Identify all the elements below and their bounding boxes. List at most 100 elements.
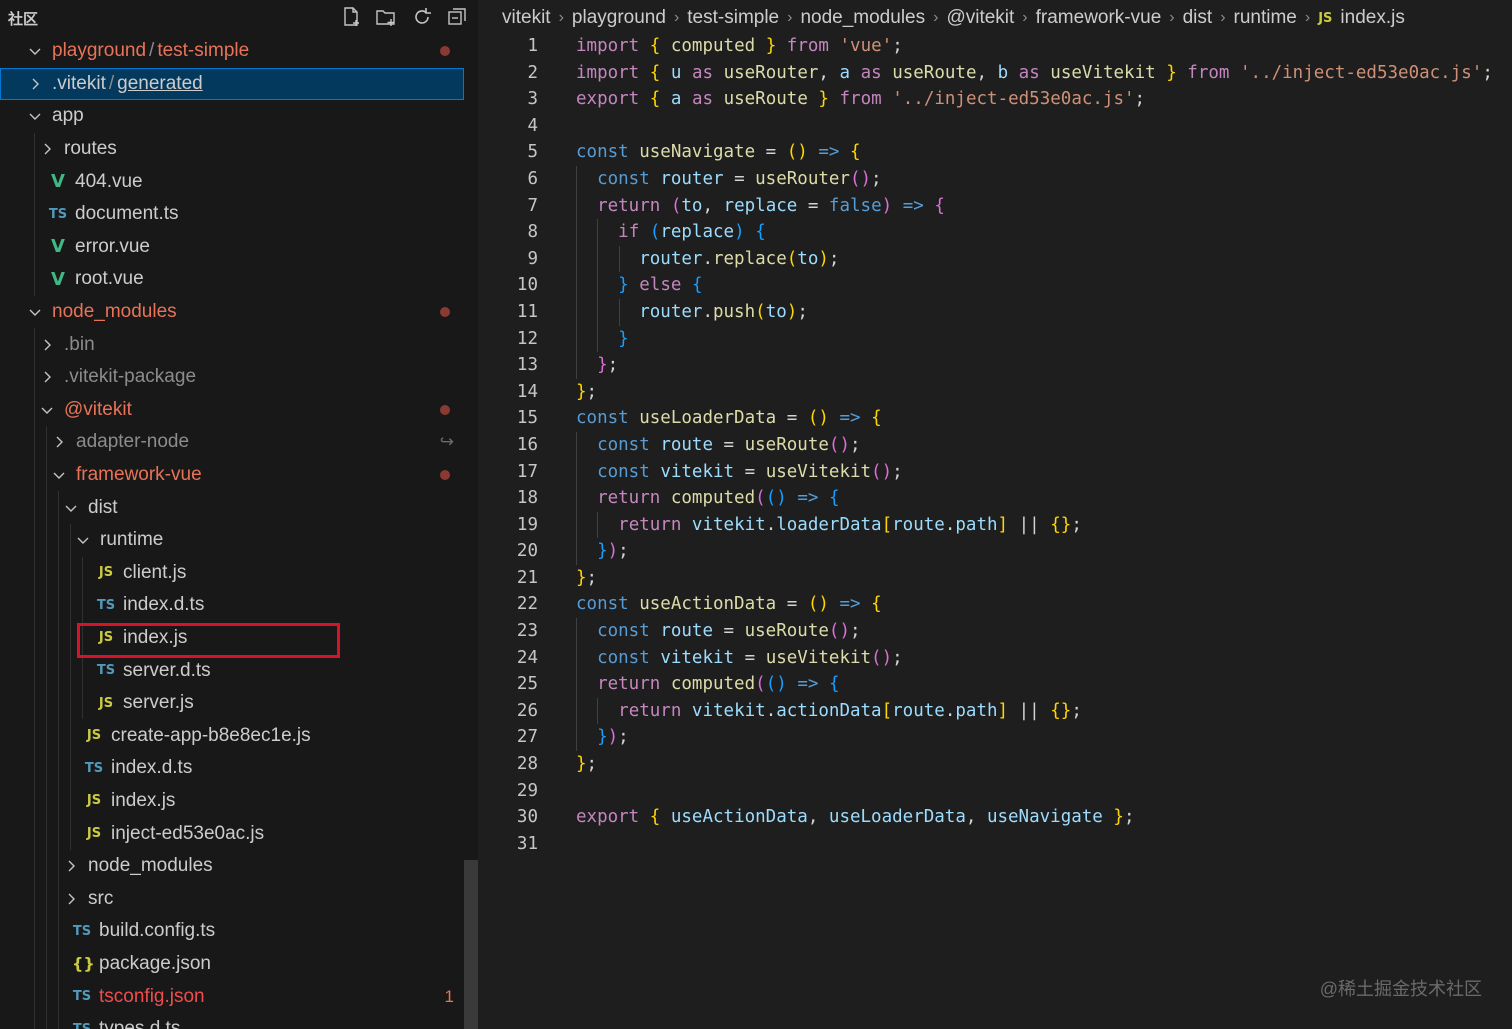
code-line[interactable]: 16 const route = useRoute(); xyxy=(478,431,1512,459)
code-line[interactable]: 10 } else { xyxy=(478,272,1512,299)
breadcrumb-item[interactable]: runtime xyxy=(1234,7,1297,29)
breadcrumb-item[interactable]: framework-vue xyxy=(1036,7,1162,29)
breadcrumb-item[interactable]: index.js xyxy=(1340,7,1404,29)
code-line[interactable]: 5 const useNavigate = () => { xyxy=(478,139,1512,166)
chevron-down-icon[interactable] xyxy=(40,403,54,417)
code-line[interactable]: 8 if (replace) { xyxy=(478,219,1512,246)
code-line[interactable]: 11 router.push(to); xyxy=(478,298,1512,326)
code-area[interactable]: 1 import { computed } from 'vue'; 2 import … xyxy=(478,33,1512,857)
tree-file[interactable]: V 404.vue xyxy=(0,165,464,198)
chevron-down-icon[interactable] xyxy=(28,44,42,58)
code-token: vitekit xyxy=(691,514,766,535)
code-line[interactable]: 29 xyxy=(478,778,1512,805)
code-line[interactable]: 17 const vitekit = useVitekit(); xyxy=(478,458,1512,486)
tree-file[interactable]: TS tsconfig.json 1 xyxy=(0,980,464,1013)
code-line[interactable]: 13 }; xyxy=(478,352,1512,379)
code-line[interactable]: 12 } xyxy=(478,325,1512,353)
tree-folder[interactable]: src xyxy=(0,882,464,916)
tree-item-label: package.json xyxy=(99,952,211,974)
chevron-right-icon[interactable] xyxy=(52,435,66,449)
breadcrumb-item[interactable]: vitekit xyxy=(502,7,551,29)
chevron-right-icon[interactable] xyxy=(64,892,78,906)
tree-file[interactable]: JS client.js xyxy=(0,556,464,590)
breadcrumb-item[interactable]: node_modules xyxy=(800,7,925,29)
code-line[interactable]: 22 const useActionData = () => { xyxy=(478,591,1512,618)
code-line[interactable]: 2 import { u as useRouter, a as useRoute,… xyxy=(478,60,1512,87)
tree-file[interactable]: TS index.d.ts xyxy=(0,589,464,622)
code-line[interactable]: 23 const route = useRoute(); xyxy=(478,618,1512,645)
tree-folder[interactable]: node_modules xyxy=(0,296,464,329)
tree-file[interactable]: JS index.js xyxy=(0,784,464,818)
chevron-right-icon[interactable] xyxy=(28,77,42,91)
code-line[interactable]: 1 import { computed } from 'vue'; xyxy=(478,33,1512,60)
tree-folder[interactable]: routes xyxy=(0,132,464,166)
indent-guide xyxy=(46,686,47,720)
breadcrumb-item[interactable]: @vitekit xyxy=(946,7,1014,29)
tree-file[interactable]: Verror.vue xyxy=(0,230,464,264)
code-line[interactable]: 21}; xyxy=(478,565,1512,592)
tree-file[interactable]: {} package.json xyxy=(0,947,464,981)
breadcrumb-item[interactable]: test-simple xyxy=(687,7,779,29)
code-line[interactable]: 15 const useLoaderData = () => { xyxy=(478,405,1512,432)
code-line[interactable]: 28}; xyxy=(478,751,1512,778)
tree-file[interactable]: TS server.d.ts xyxy=(0,654,464,687)
tree-folder[interactable]: framework-vue xyxy=(0,458,464,492)
tree-file[interactable]: Vroot.vue xyxy=(0,263,464,296)
tree-file[interactable]: JS server.js xyxy=(0,686,464,720)
code-line[interactable]: 18 return computed(() => { xyxy=(478,485,1512,512)
tree-folder[interactable]: node_modules xyxy=(0,849,464,883)
tree-file[interactable]: JS inject-ed53e0ac.js xyxy=(0,817,464,850)
tree-folder[interactable]: .bin xyxy=(0,328,464,361)
sidebar-scrollbar[interactable] xyxy=(464,860,478,1029)
code-line[interactable]: 24 const vitekit = useVitekit(); xyxy=(478,644,1512,672)
code-editor[interactable]: vitekit › playground › test-simple › node_modu… xyxy=(478,0,1512,1029)
tree-folder[interactable]: @vitekit xyxy=(0,393,464,427)
chevron-down-icon[interactable] xyxy=(28,109,42,123)
new-folder-icon[interactable] xyxy=(375,6,397,28)
tree-file[interactable]: TS document.ts xyxy=(0,197,464,231)
indent-guide xyxy=(70,523,71,557)
code-line[interactable]: 20 }); xyxy=(478,538,1512,565)
code-line[interactable]: 30 export { useActionData, useLoaderData,… xyxy=(478,804,1512,831)
tree-file[interactable]: TS index.d.ts xyxy=(0,752,464,785)
chevron-right-icon[interactable] xyxy=(40,370,54,384)
breadcrumb-item[interactable]: dist xyxy=(1183,7,1213,29)
code-line[interactable]: 31 xyxy=(478,831,1512,858)
code-text: }); xyxy=(576,724,629,752)
tree-file[interactable]: TS build.config.ts xyxy=(0,915,464,948)
breadcrumb-item[interactable]: playground xyxy=(572,7,666,29)
code-line[interactable]: 27 }); xyxy=(478,724,1512,752)
code-line[interactable]: 6 const router = useRouter(); xyxy=(478,165,1512,193)
chevron-right-icon[interactable] xyxy=(40,338,54,352)
tree-folder[interactable]: dist xyxy=(0,491,464,524)
code-line[interactable]: 25 return computed(() => { xyxy=(478,671,1512,698)
chevron-right-icon[interactable] xyxy=(64,859,78,873)
chevron-down-icon[interactable] xyxy=(76,533,90,547)
code-line[interactable]: 26 return vitekit.actionData[route.path]… xyxy=(478,697,1512,725)
code-line[interactable]: 19 return vitekit.loaderData[route.path]… xyxy=(478,511,1512,539)
chevron-down-icon[interactable] xyxy=(28,305,42,319)
tree-folder[interactable]: .vitekit-package xyxy=(0,360,464,394)
chevron-down-icon[interactable] xyxy=(52,468,66,482)
tree-file[interactable]: TS types.d.ts xyxy=(0,1012,464,1029)
code-line[interactable]: 3 export { a as useRoute } from '../injec… xyxy=(478,86,1512,113)
new-file-icon[interactable] xyxy=(340,6,362,28)
chevron-right-icon[interactable] xyxy=(40,142,54,156)
code-token: ; xyxy=(618,541,629,562)
tree-item-label: node_modules xyxy=(52,301,177,323)
tree-folder[interactable]: adapter-node ↪ xyxy=(0,426,464,459)
tree-file[interactable]: JS create-app-b8e8ec1e.js xyxy=(0,719,464,753)
collapse-all-icon[interactable] xyxy=(446,6,468,28)
chevron-down-icon[interactable] xyxy=(64,501,78,515)
code-token: computed xyxy=(670,488,756,509)
tree-folder[interactable]: runtime xyxy=(0,523,464,557)
tree-folder[interactable]: playground / test-simple xyxy=(0,35,464,68)
tree-folder[interactable]: app xyxy=(0,100,464,133)
code-line[interactable]: 7 return (to, replace = false) => { xyxy=(478,192,1512,220)
refresh-icon[interactable] xyxy=(411,6,433,28)
code-line[interactable]: 9 router.replace(to); xyxy=(478,245,1512,273)
tree-folder[interactable]: .vitekit / generated xyxy=(0,67,464,101)
code-line[interactable]: 4 xyxy=(478,113,1512,140)
code-line[interactable]: 14}; xyxy=(478,379,1512,406)
